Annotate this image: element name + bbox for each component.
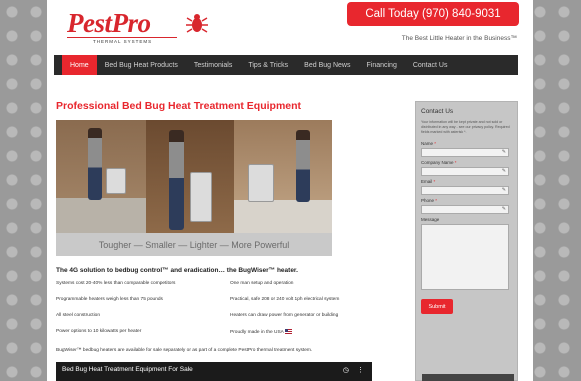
feature-item: Power options to 10 kilowatts per heater (56, 329, 142, 334)
email-label-text: Email (421, 179, 433, 184)
name-label-text: Name (421, 141, 434, 146)
contact-form: Contact Us Your information will be kept… (415, 101, 518, 381)
contact-privacy-note: Your information will be kept private an… (421, 120, 510, 134)
logo-subtitle: THERMAL SYSTEMS (93, 39, 153, 44)
company-label-text: Company Name (421, 160, 454, 165)
contact-title: Contact Us (421, 108, 454, 115)
feature-item: Programmable heaters weigh less than 75 … (56, 297, 163, 302)
feature-item: Heaters can draw power from generator or… (230, 313, 339, 318)
hero-caption: Tougher — Smaller — Lighter — More Power… (56, 233, 332, 256)
name-field[interactable]: ✎ (421, 148, 509, 157)
nav-item-home[interactable]: Home (62, 55, 97, 75)
email-field[interactable]: ✎ (421, 186, 509, 195)
hero-heater-center (190, 172, 212, 222)
nav-item-financing[interactable]: Financing (358, 55, 404, 75)
page-title: Professional Bed Bug Heat Treatment Equi… (56, 100, 302, 112)
video-controls: ◷ ⋮ (343, 366, 364, 374)
bug-icon (186, 14, 208, 33)
section-subhead: The 4G solution to bedbug control™ and e… (56, 267, 298, 274)
nav-item-tips-tricks[interactable]: Tips & Tricks (240, 55, 296, 75)
feature-item: Practical, safe 208 or 240 volt 1ph elec… (230, 297, 340, 302)
nav-item-contact-us[interactable]: Contact Us (405, 55, 456, 75)
phone-label-text: Phone (421, 198, 435, 203)
logo[interactable]: PestPro THERMAL SYSTEMS (67, 8, 208, 48)
usa-flag-icon (284, 329, 292, 334)
phone-label: Phone * (421, 198, 512, 203)
video-player[interactable]: Bed Bug Heat Treatment Equipment For Sal… (56, 362, 372, 381)
hero-heater-left (106, 168, 126, 194)
sidebar-widget-bottom (422, 374, 514, 381)
pencil-icon: ✎ (501, 206, 506, 212)
nav-item-bed-bug-news[interactable]: Bed Bug News (296, 55, 358, 75)
page: PestPro THERMAL SYSTEMS Call Today (970)… (47, 0, 533, 381)
message-label: Message (421, 217, 440, 222)
required-marker: * (435, 198, 438, 203)
availability-text: BugWiser™ bedbug heaters are available f… (56, 348, 313, 353)
hero-person-right (296, 130, 310, 202)
video-title: Bed Bug Heat Treatment Equipment For Sal… (62, 366, 193, 373)
message-field[interactable] (421, 224, 509, 290)
hero-image: Tougher — Smaller — Lighter — More Power… (56, 120, 332, 256)
logo-underline (67, 37, 177, 38)
pencil-icon: ✎ (501, 187, 506, 193)
feature-item: All steel construction (56, 313, 100, 318)
tagline: The Best Little Heater in the Business™ (401, 35, 517, 42)
required-marker: * (433, 179, 436, 184)
feature-item-made-in-usa: Proudly made in the USA (230, 329, 292, 335)
required-marker: * (434, 141, 437, 146)
watch-later-icon[interactable]: ◷ (343, 366, 349, 374)
pencil-icon: ✎ (501, 149, 506, 155)
hero-floor-left (56, 198, 146, 233)
submit-button[interactable]: Submit (421, 299, 453, 314)
hero-person-left (88, 128, 102, 200)
main-nav: Home Bed Bug Heat Products Testimonials … (54, 55, 518, 75)
hero-floor-right (234, 200, 332, 233)
name-label: Name * (421, 141, 512, 146)
feature-item: Systems cost 20-40% less than comparable… (56, 281, 176, 286)
hero-person-center (169, 130, 184, 230)
feature-item-text: Proudly made in the USA (230, 329, 284, 335)
email-label: Email * (421, 179, 512, 184)
pencil-icon: ✎ (501, 168, 506, 174)
hero-heater-right (248, 164, 274, 202)
nav-item-bed-bug-heat-products[interactable]: Bed Bug Heat Products (97, 55, 186, 75)
required-marker: * (454, 160, 457, 165)
call-today-button[interactable]: Call Today (970) 840-9031 (347, 2, 519, 26)
company-label: Company Name * (421, 160, 512, 165)
phone-field[interactable]: ✎ (421, 205, 509, 214)
feature-item: One man setup and operation (230, 281, 294, 286)
nav-item-testimonials[interactable]: Testimonials (186, 55, 241, 75)
company-name-field[interactable]: ✎ (421, 167, 509, 176)
logo-text: PestPro (67, 8, 151, 38)
share-icon[interactable]: ⋮ (357, 366, 364, 374)
